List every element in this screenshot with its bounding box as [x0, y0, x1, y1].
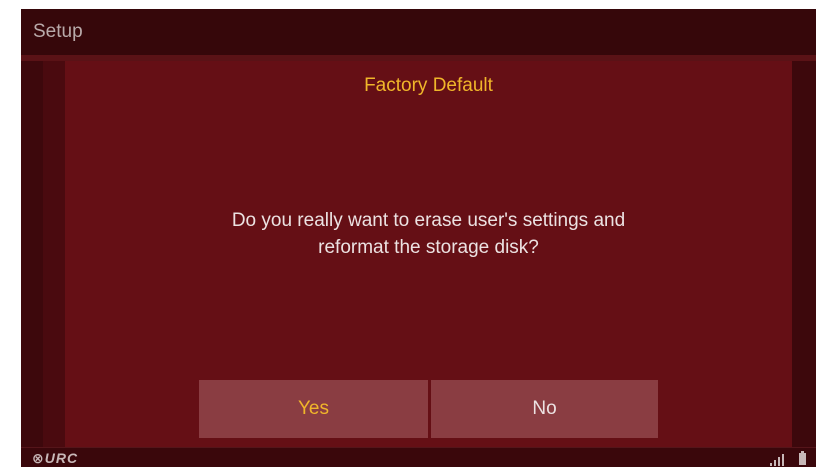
header-title: Setup [33, 21, 83, 42]
factory-default-dialog: Factory Default Do you really want to er… [65, 61, 792, 447]
dialog-message-line-2: reformat the storage disk? [318, 237, 539, 258]
urc-logo: ⊗URC [32, 450, 79, 466]
status-bar: ⊗URC [21, 447, 816, 467]
app-header: Setup [21, 9, 816, 55]
dialog-message: Do you really want to erase user's setti… [65, 207, 792, 261]
signal-bars-icon [770, 454, 784, 466]
yes-button[interactable]: Yes [199, 380, 428, 438]
left-gutter [43, 61, 65, 447]
dialog-title: Factory Default [364, 75, 493, 96]
left-side-panel [21, 61, 65, 447]
battery-icon [799, 451, 806, 465]
dialog-message-line-1: Do you really want to erase user's setti… [231, 210, 626, 231]
no-button[interactable]: No [431, 380, 658, 438]
device-screen: Setup Factory Default Do you really want… [21, 9, 816, 467]
right-side-panel [792, 61, 816, 447]
